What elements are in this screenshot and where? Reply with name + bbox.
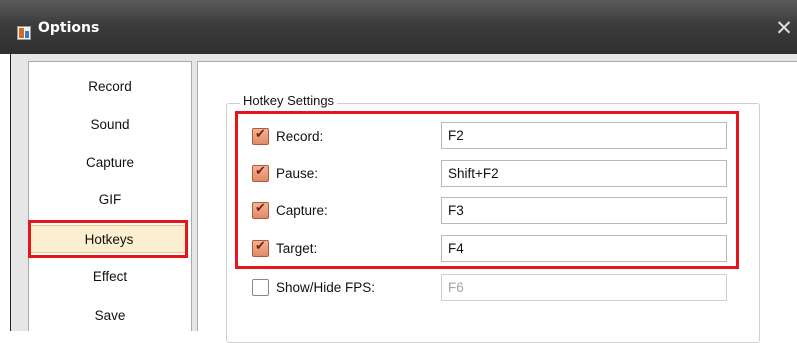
options-sidebar: Record Sound Capture GIF Hotkeys Effect … <box>28 61 192 331</box>
options-window: Options ✕ Record Sound Capture GIF Hotke… <box>0 0 797 343</box>
sidebar-item-record[interactable]: Record <box>29 73 191 101</box>
fps-hotkey-field[interactable]: F6 <box>441 274 727 301</box>
sidebar-item-gif[interactable]: GIF <box>29 186 191 214</box>
hotkeys-highlight-box <box>235 111 739 269</box>
fps-hotkey-label: Show/Hide FPS: <box>276 280 376 295</box>
sidebar-item-effect[interactable]: Effect <box>29 263 191 291</box>
window-title: Options <box>38 20 100 36</box>
sidebar-item-sound[interactable]: Sound <box>29 111 191 139</box>
sidebar-item-save[interactable]: Save <box>29 302 191 330</box>
close-button[interactable]: ✕ <box>772 16 796 40</box>
title-bar[interactable]: Options ✕ <box>0 0 797 54</box>
fps-hotkey-checkbox[interactable] <box>252 279 269 296</box>
sidebar-highlight-box <box>28 220 188 258</box>
sidebar-item-capture[interactable]: Capture <box>29 149 191 177</box>
app-icon <box>17 26 31 40</box>
group-title: Hotkey Settings <box>240 93 338 108</box>
